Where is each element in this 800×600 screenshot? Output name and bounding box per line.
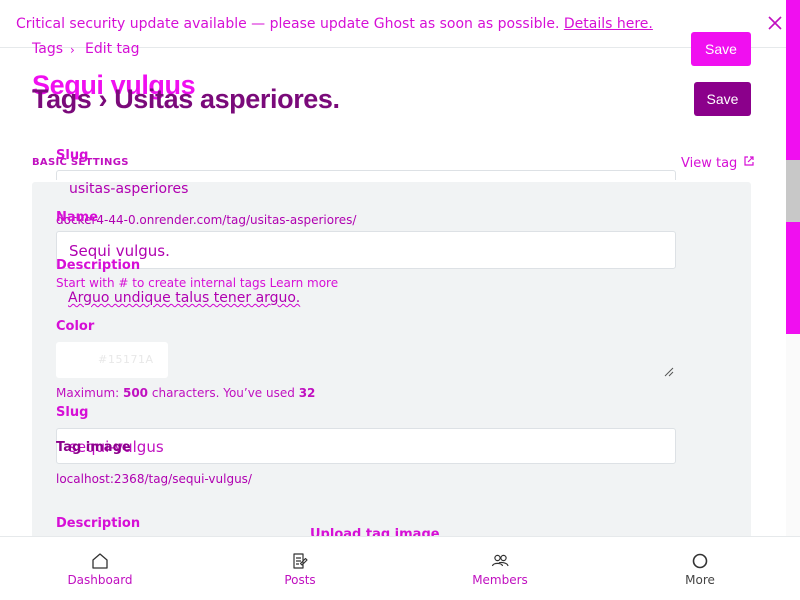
breadcrumb-separator: ›	[70, 43, 75, 57]
slug-url-top: docker4-44-0.onrender.com/tag/usitas-asp…	[56, 213, 357, 227]
save-button-secondary[interactable]: Save	[694, 82, 751, 116]
slug-label-top: Slug	[56, 148, 89, 163]
slug-url: localhost:2368/tag/sequi-vulgus/	[56, 472, 252, 486]
slug-input[interactable]: sequi-vulgus	[56, 428, 676, 464]
external-link-icon	[744, 156, 755, 166]
nav-posts[interactable]: Posts	[200, 537, 400, 600]
color-hex-value: 15171A	[108, 353, 154, 366]
resize-handle-icon[interactable]	[664, 367, 674, 377]
description-label: Description	[56, 516, 141, 531]
character-count: Maximum: 500 characters. You’ve used 32	[56, 386, 316, 400]
breadcrumb-tags-link[interactable]: Tags	[32, 41, 63, 57]
bottom-nav: Dashboard Posts Members More	[0, 536, 800, 600]
nav-more[interactable]: More	[600, 537, 800, 600]
slug-label: Slug	[56, 405, 89, 420]
breadcrumb-current: Edit tag	[85, 41, 140, 57]
save-button[interactable]: Save	[691, 32, 751, 66]
slug-field-top[interactable]	[56, 170, 676, 180]
close-icon[interactable]	[766, 14, 784, 32]
description-label-top: Description	[56, 258, 141, 273]
name-input[interactable]: Sequi vulgus.	[56, 231, 676, 269]
tag-image-label: Tag image	[56, 440, 131, 455]
banner-message: Critical security update available — ple…	[16, 16, 653, 32]
color-label: Color	[56, 319, 95, 334]
color-hash: #	[98, 353, 108, 366]
home-icon	[92, 553, 108, 569]
nav-members[interactable]: Members	[400, 537, 600, 600]
scrollbar-thumb[interactable]	[786, 0, 800, 160]
name-label: Name	[56, 210, 99, 225]
slug-value-top: usitas-asperiores	[69, 181, 189, 197]
more-icon	[692, 553, 708, 569]
banner-details-link[interactable]: Details here.	[564, 16, 653, 32]
scrollbar-thumb-grey[interactable]	[786, 160, 800, 222]
posts-icon	[293, 553, 308, 569]
members-icon	[491, 554, 509, 567]
scrollbar-thumb-lower[interactable]	[786, 222, 800, 334]
nav-dashboard[interactable]: Dashboard	[0, 537, 200, 600]
color-input[interactable]: # 15171A	[56, 342, 168, 378]
view-tag-link[interactable]: View tag	[681, 155, 755, 171]
page-title: Tags › Usitas asperiores.	[32, 84, 340, 114]
